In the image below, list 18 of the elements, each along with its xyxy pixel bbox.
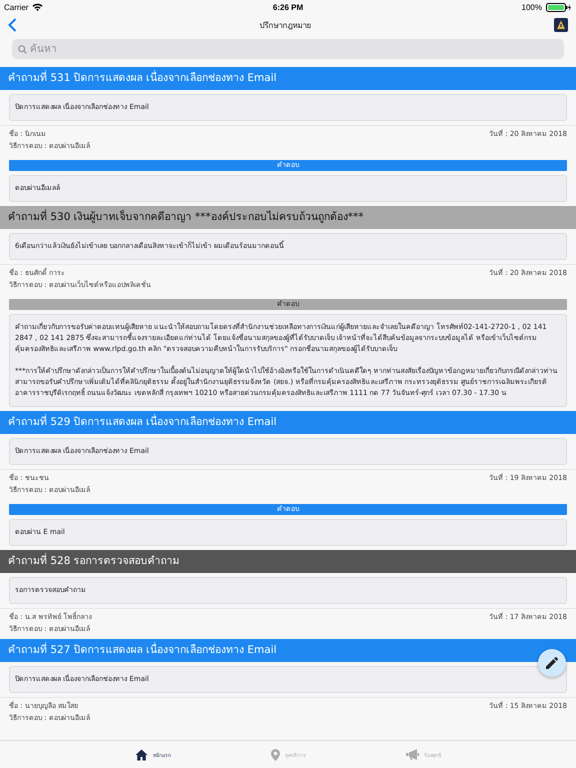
search-field[interactable]: ค้นหา xyxy=(12,39,564,59)
emblem-icon[interactable] xyxy=(554,18,568,32)
home-icon xyxy=(135,748,148,760)
question-header[interactable]: คำถามที่ 528 รอการตรวจสอบคำถาม xyxy=(0,550,576,573)
battery-percent: 100% xyxy=(522,2,542,12)
question-header[interactable]: คำถามที่ 531 ปิดการแสดงผล เนื่องจากเลือกช่องทาง Email xyxy=(0,67,576,90)
status-time: 6:26 PM xyxy=(272,2,304,12)
battery-icon xyxy=(546,2,572,12)
back-button[interactable] xyxy=(8,18,17,32)
pencil-icon xyxy=(546,657,558,669)
megaphone-icon xyxy=(406,749,419,760)
question-header[interactable]: คำถามที่ 527 ปิดการแสดงผล เนื่องจากเลือกช่องทาง Email xyxy=(0,639,576,662)
location-pin-icon xyxy=(271,748,280,760)
question-header[interactable]: คำถามที่ 529 ปิดการแสดงผล เนื่องจากเลือกช่องทาง Email xyxy=(0,411,576,434)
question-header[interactable]: คำถามที่ 530 เงินผู้บาทเจ็บจากคดีอาญา ***องค์ประกอบไม่ครบถ้วนถูกต้อง*** xyxy=(0,206,576,229)
carrier-label: Carrier xyxy=(4,2,28,12)
wifi-icon xyxy=(32,3,44,11)
page-title: ปรึกษากฎหมาย xyxy=(260,20,312,32)
